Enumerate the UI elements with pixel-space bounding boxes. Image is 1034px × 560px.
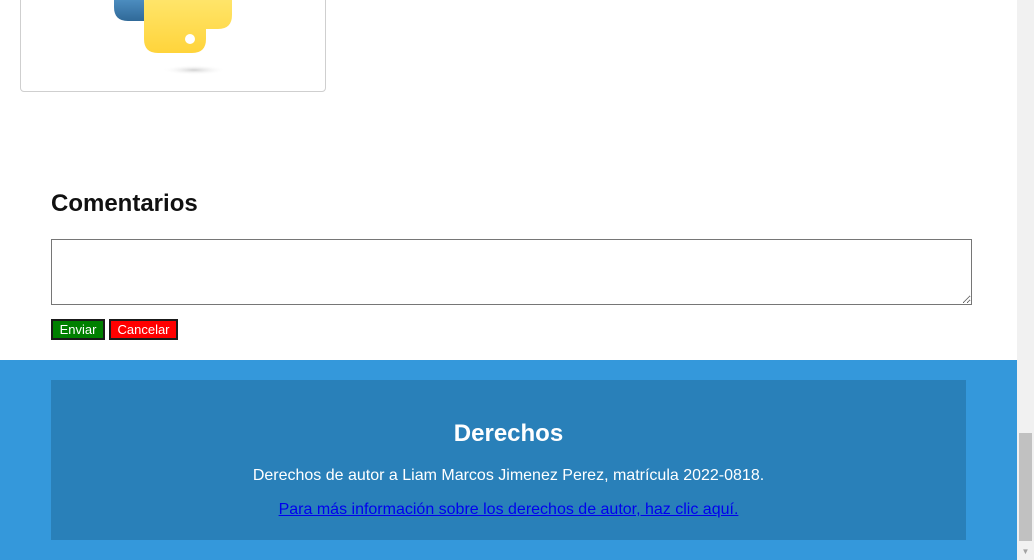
- page: Comentarios Enviar Cancelar Derechos Der…: [0, 0, 1017, 560]
- comments-title: Comentarios: [51, 190, 198, 217]
- scrollbar-thumb[interactable]: [1019, 433, 1032, 541]
- footer: Derechos Derechos de autor a Liam Marcos…: [0, 360, 1017, 560]
- vertical-scrollbar[interactable]: ▼: [1017, 0, 1034, 560]
- footer-title: Derechos: [453, 420, 564, 447]
- footer-panel: Derechos Derechos de autor a Liam Marcos…: [51, 380, 966, 540]
- python-logo-icon: [114, 0, 232, 75]
- image-card: [20, 0, 326, 92]
- send-button[interactable]: Enviar: [51, 319, 105, 340]
- scroll-down-arrow-icon[interactable]: ▼: [1017, 543, 1034, 560]
- cancel-button[interactable]: Cancelar: [109, 319, 178, 340]
- comment-textarea[interactable]: [51, 239, 972, 305]
- copyright-link[interactable]: Para más información sobre los derechos …: [51, 501, 966, 519]
- copyright-text: Derechos de autor a Liam Marcos Jimenez …: [252, 467, 765, 484]
